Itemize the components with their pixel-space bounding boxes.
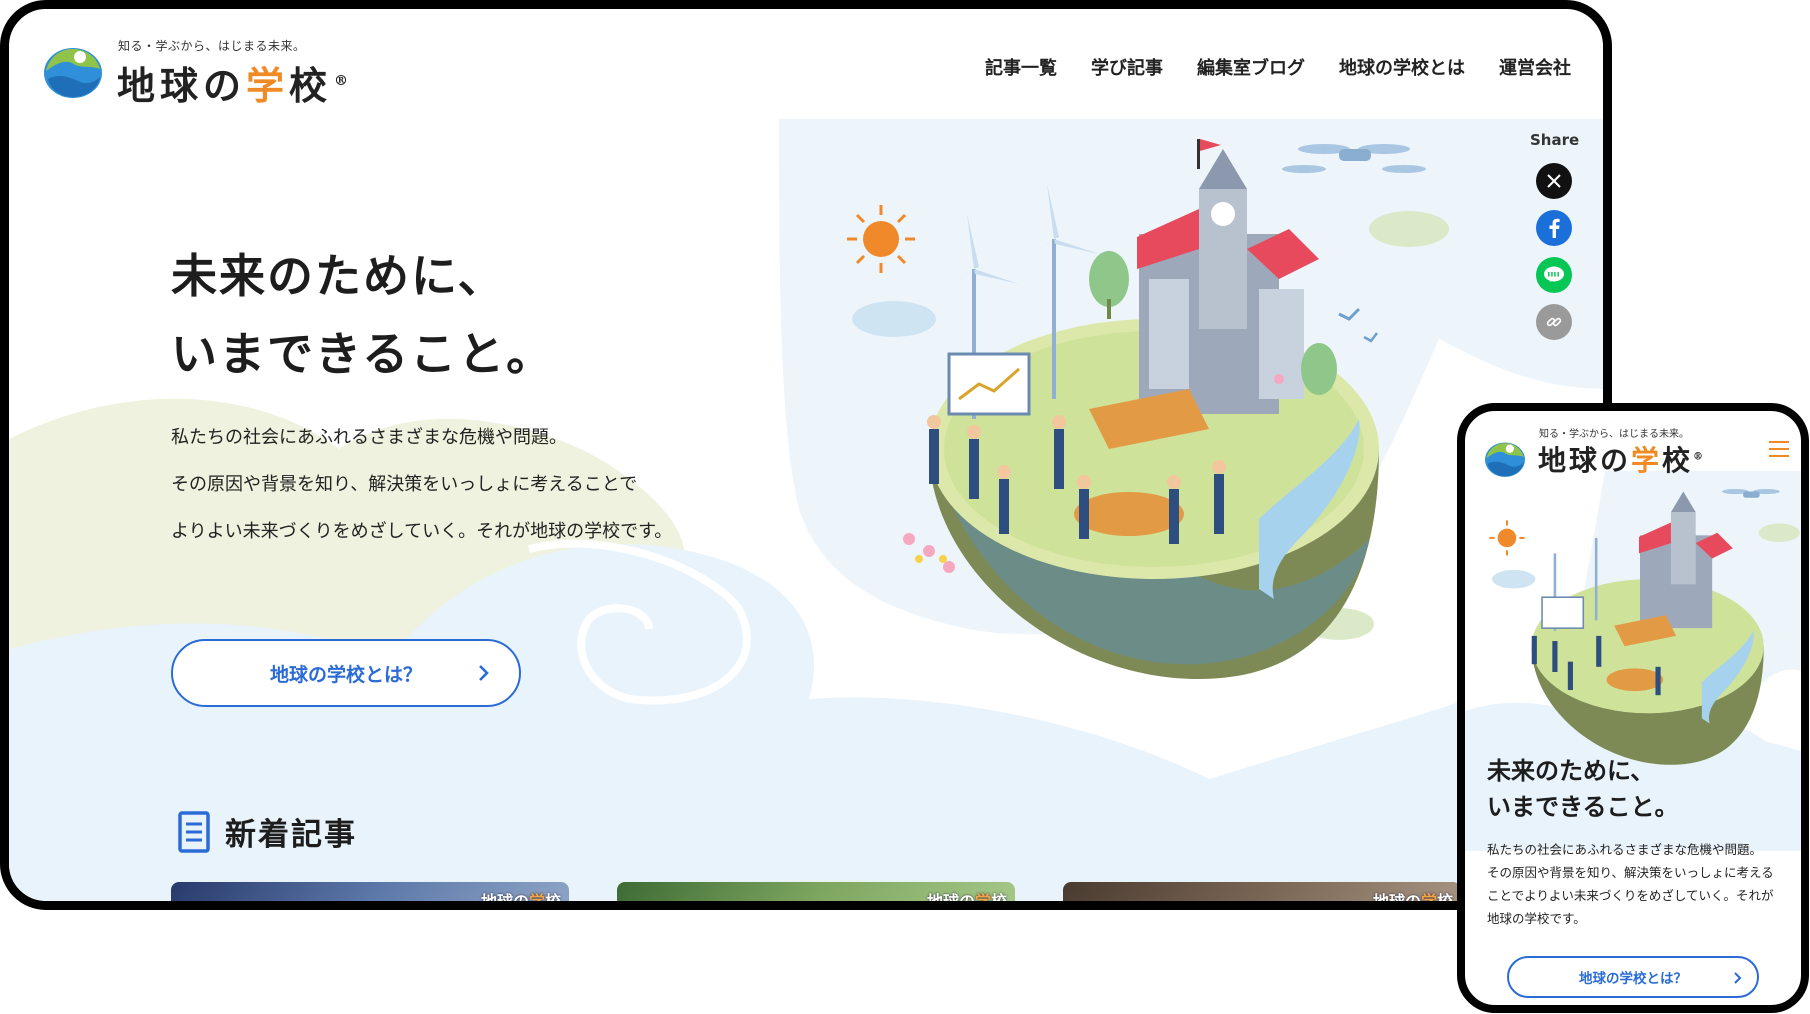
- article-card-logo: 地球の学校: [480, 892, 561, 910]
- site-logo[interactable]: 知る・学ぶから、はじまる未来。 地球の学校 ®: [42, 31, 382, 111]
- nav-item-blog[interactable]: 編集室ブログ: [1197, 54, 1305, 80]
- site-tagline: 知る・学ぶから、はじまる未来。: [118, 39, 306, 53]
- article-card-badge: 街の緑と: [625, 902, 713, 910]
- main-nav: 記事一覧 学び記事 編集室ブログ 地球の学校とは 運営会社: [985, 54, 1571, 80]
- share-line-button[interactable]: [1536, 257, 1572, 293]
- share-x-button[interactable]: [1536, 163, 1572, 199]
- site-header: 知る・学ぶから、はじまる未来。 地球の学校 ® 記事一覧 学び記事 編集室ブログ …: [9, 9, 1603, 119]
- share-facebook-button[interactable]: [1536, 210, 1572, 246]
- mobile-site-tagline: 知る・学ぶから、はじまる未来。: [1539, 429, 1689, 440]
- nav-item-articles[interactable]: 記事一覧: [985, 54, 1057, 80]
- article-card[interactable]: 増加する！砂災害から 地球の学校: [1063, 882, 1461, 910]
- hamburger-menu-icon[interactable]: [1769, 441, 1789, 457]
- about-cta-button[interactable]: 地球の学校とは？: [171, 639, 521, 707]
- share-panel: Share: [1530, 131, 1580, 351]
- share-link-button[interactable]: [1536, 304, 1572, 340]
- line-icon: [1544, 266, 1564, 282]
- nav-item-learning[interactable]: 学び記事: [1091, 54, 1163, 80]
- site-brand: 地球の学校 ®: [117, 63, 349, 108]
- mobile-about-cta-button[interactable]: 地球の学校とは？: [1507, 956, 1759, 998]
- mobile-hero-title: 未来のために、 いまできること。: [1487, 757, 1679, 821]
- desktop-mockup: 知る・学ぶから、はじまる未来。 地球の学校 ® 記事一覧 学び記事 編集室ブログ …: [0, 0, 1612, 910]
- hero-title: 未来のために、 いまできること。: [171, 249, 555, 381]
- mobile-site-logo[interactable]: 知る・学ぶから、はじまる未来。 地球の学校®: [1483, 419, 1743, 481]
- article-card-logo: 地球の学校: [1372, 892, 1453, 910]
- article-card-list: 衛星データによる 地球の学校 街の緑と 地球の学校 増加する！砂災害から 地球の…: [171, 882, 1471, 910]
- article-card-logo: 地球の学校: [926, 892, 1007, 910]
- facebook-icon: [1549, 218, 1560, 238]
- globe-logo-icon: [44, 48, 102, 98]
- new-articles-heading: 新着記事: [177, 809, 357, 854]
- hero-illustration: [847, 139, 1449, 679]
- x-icon: [1547, 174, 1561, 188]
- nav-item-company[interactable]: 運営会社: [1499, 54, 1571, 80]
- document-icon: [178, 810, 210, 853]
- article-card-badge: 衛星データによる: [179, 902, 335, 910]
- mobile-mockup: 知る・学ぶから、はじまる未来。 地球の学校® 未来のために、 いまできること。 …: [1457, 403, 1809, 1013]
- article-card[interactable]: 街の緑と 地球の学校: [617, 882, 1015, 910]
- nav-item-about[interactable]: 地球の学校とは: [1339, 54, 1465, 80]
- mobile-hero-illustration: [1489, 488, 1800, 765]
- new-articles-title: 新着記事: [225, 817, 357, 853]
- chevron-right-icon: [1734, 972, 1742, 984]
- mobile-hero-description: 私たちの社会にあふれるさまざまな危機や問題。 その原因や背景を知り、解決策をいっ…: [1487, 842, 1774, 926]
- hero-description: 私たちの社会にあふれるさまざまな危機や問題。 その原因や背景を知り、解決策をいっ…: [171, 427, 673, 542]
- share-label: Share: [1530, 131, 1580, 149]
- article-card[interactable]: 衛星データによる 地球の学校: [171, 882, 569, 910]
- desktop-page: 知る・学ぶから、はじまる未来。 地球の学校 ® 記事一覧 学び記事 編集室ブログ …: [9, 9, 1603, 901]
- chevron-right-icon: [479, 665, 489, 681]
- link-icon: [1546, 317, 1562, 327]
- article-card-badge: 増加する！砂災害から: [1071, 902, 1261, 910]
